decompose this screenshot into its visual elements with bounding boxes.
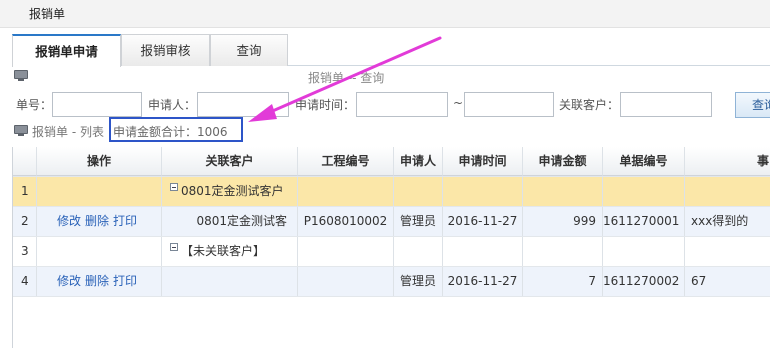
group-customer-cell[interactable]: 【未关联客户】	[162, 237, 298, 266]
applicant-input[interactable]	[197, 92, 289, 117]
edit-link[interactable]: 修改	[57, 214, 81, 228]
amount-cell: 999	[523, 207, 603, 236]
actions-cell	[37, 177, 162, 206]
customer-cell: 0801定金测试客	[162, 207, 298, 236]
actions-cell: 修改 删除 打印	[37, 267, 162, 296]
date-cell: 2016-11-27	[443, 207, 523, 236]
row-index: 4	[13, 267, 37, 296]
column-header-date[interactable]: 申请时间	[443, 147, 523, 176]
customer-cell	[162, 267, 298, 296]
tab-expense-review[interactable]: 报销审核	[121, 34, 210, 66]
table-header-row: 操作 关联客户 工程编号 申请人 申请时间 申请金额 单据编号 事	[13, 147, 770, 177]
print-link[interactable]: 打印	[113, 214, 137, 228]
table-row[interactable]: 1 0801定金测试客户	[13, 177, 770, 207]
project-cell	[298, 177, 394, 206]
doc-no-cell: 1611270002	[603, 267, 685, 296]
row-index: 3	[13, 237, 37, 266]
query-button[interactable]: 查询	[735, 92, 770, 118]
column-header-applicant[interactable]: 申请人	[394, 147, 443, 176]
delete-link[interactable]: 删除	[85, 274, 109, 288]
project-cell: P1608010002	[298, 207, 394, 236]
date-cell: 2016-11-27	[443, 267, 523, 296]
related-customer-input[interactable]	[620, 92, 712, 117]
row-index: 2	[13, 207, 37, 236]
column-header-project[interactable]: 工程编号	[298, 147, 394, 176]
amount-cell	[523, 237, 603, 266]
actions-cell: 修改 删除 打印	[37, 207, 162, 236]
note-cell	[685, 237, 770, 266]
window-titlebar: 报销单	[0, 0, 770, 28]
delete-link[interactable]: 删除	[85, 214, 109, 228]
expense-table: 操作 关联客户 工程编号 申请人 申请时间 申请金额 单据编号 事 1 0801…	[12, 147, 770, 348]
column-header-amount[interactable]: 申请金额	[523, 147, 603, 176]
amount-cell: 7	[523, 267, 603, 296]
order-no-label: 单号：	[16, 98, 53, 112]
row-index: 1	[13, 177, 37, 206]
group-customer-cell[interactable]: 0801定金测试客户	[162, 177, 298, 206]
doc-no-cell	[603, 177, 685, 206]
edit-link[interactable]: 修改	[57, 274, 81, 288]
column-header-doc-no[interactable]: 单据编号	[603, 147, 685, 176]
tab-query[interactable]: 查询	[210, 34, 288, 66]
project-cell	[298, 267, 394, 296]
query-panel-title: 报销单 -- 查询	[308, 71, 385, 85]
column-header-actions: 操作	[37, 147, 162, 176]
applicant-cell	[394, 177, 443, 206]
applicant-cell	[394, 237, 443, 266]
actions-cell	[37, 237, 162, 266]
table-row[interactable]: 3 【未关联客户】	[13, 237, 770, 267]
apply-time-end-input[interactable]	[464, 92, 554, 117]
column-header-customer[interactable]: 关联客户	[162, 147, 298, 176]
table-row[interactable]: 2 修改 删除 打印 0801定金测试客 P1608010002 管理员 2016-…	[13, 207, 770, 237]
search-form: 单号： 申请人： 申请时间： ~ 关联客户： 查询	[0, 90, 770, 120]
note-cell	[685, 177, 770, 206]
monitor-icon	[14, 125, 28, 136]
amount-cell	[523, 177, 603, 206]
column-header-index	[13, 147, 37, 176]
group-customer-name: 0801定金测试客户	[181, 184, 284, 198]
project-cell	[298, 237, 394, 266]
group-customer-name: 【未关联客户】	[181, 244, 266, 258]
tab-expense-apply[interactable]: 报销单申请	[12, 34, 121, 67]
date-cell	[443, 237, 523, 266]
list-panel-title: 报销单 - 列表	[32, 125, 104, 139]
amount-total-label: 申请金额合计：1006	[113, 125, 228, 139]
applicant-label: 申请人：	[148, 98, 197, 112]
column-header-note[interactable]: 事	[685, 147, 770, 176]
note-cell: xxx得到的	[691, 214, 749, 228]
collapse-icon[interactable]	[170, 243, 178, 251]
table-row[interactable]: 4 修改 删除 打印 管理员 2016-11-27 7 1611270002 67	[13, 267, 770, 297]
monitor-icon	[14, 70, 28, 81]
date-range-separator: ~	[453, 96, 464, 110]
print-link[interactable]: 打印	[113, 274, 137, 288]
apply-time-label: 申请时间：	[295, 98, 356, 112]
note-cell: 67	[691, 274, 707, 288]
apply-time-start-input[interactable]	[356, 92, 448, 117]
order-no-input[interactable]	[52, 92, 142, 117]
applicant-cell: 管理员	[394, 207, 443, 236]
tab-bar: 报销单申请 报销审核 查询	[12, 34, 770, 67]
applicant-cell: 管理员	[394, 267, 443, 296]
window-title: 报销单	[29, 7, 66, 21]
date-cell	[443, 177, 523, 206]
collapse-icon[interactable]	[170, 183, 178, 191]
related-customer-label: 关联客户：	[559, 98, 620, 112]
doc-no-cell	[603, 237, 685, 266]
query-panel-header: 报销单 -- 查询	[12, 68, 770, 86]
doc-no-cell: 1611270001	[603, 207, 685, 236]
